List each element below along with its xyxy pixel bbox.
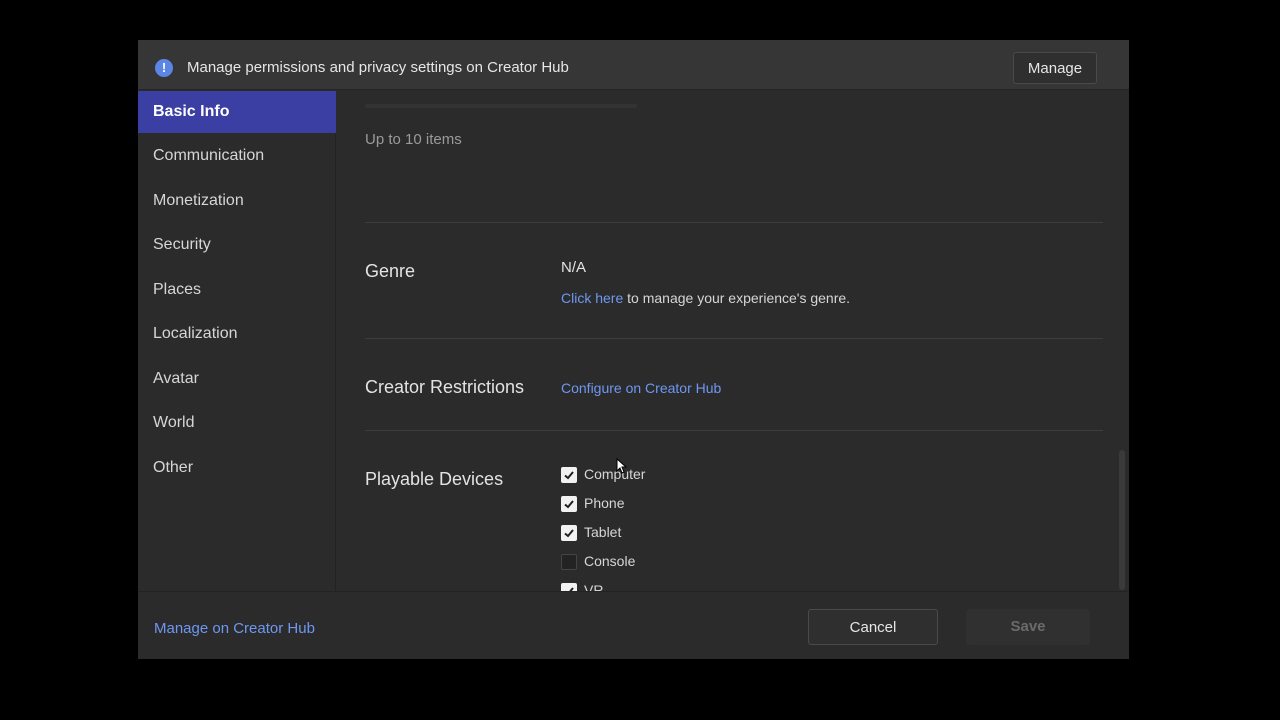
device-label-computer: Computer <box>584 466 646 482</box>
settings-content: Up to 10 items Genre N/A Click here to m… <box>337 91 1129 591</box>
section-divider <box>365 430 1103 431</box>
scrolled-field-remnant <box>365 104 637 108</box>
device-label-tablet: Tablet <box>584 524 622 540</box>
manage-button[interactable]: Manage <box>1013 52 1097 84</box>
sidebar-item-communication[interactable]: Communication <box>138 135 336 177</box>
game-settings-dialog: ! Manage permissions and privacy setting… <box>138 40 1129 659</box>
info-icon: ! <box>155 59 173 77</box>
sidebar-item-monetization[interactable]: Monetization <box>138 180 336 222</box>
items-limit-hint: Up to 10 items <box>365 131 462 148</box>
checkbox-unchecked-icon[interactable] <box>561 554 577 570</box>
sidebar-item-security[interactable]: Security <box>138 224 336 266</box>
genre-help-text: Click here to manage your experience's g… <box>561 290 850 306</box>
cancel-button[interactable]: Cancel <box>808 609 938 645</box>
device-label-vr: VR <box>584 582 604 591</box>
device-label-phone: Phone <box>584 495 625 511</box>
save-button[interactable]: Save <box>966 609 1090 645</box>
manage-on-creator-hub-link[interactable]: Manage on Creator Hub <box>154 620 315 637</box>
playable-devices-label: Playable Devices <box>365 469 504 489</box>
dialog-footer: Manage on Creator Hub Cancel Save <box>138 591 1129 659</box>
checkbox-checked-icon[interactable] <box>561 496 577 512</box>
sidebar-item-avatar[interactable]: Avatar <box>138 358 336 400</box>
checkbox-checked-icon[interactable] <box>561 583 577 591</box>
creator-restrictions-label: Creator Restrictions <box>365 377 525 397</box>
genre-value: N/A <box>561 259 587 276</box>
sidebar-item-other[interactable]: Other <box>138 447 336 489</box>
settings-sidebar: Basic Info Communication Monetization Se… <box>138 91 336 591</box>
info-banner: ! Manage permissions and privacy setting… <box>138 40 1129 90</box>
device-label-console: Console <box>584 553 636 569</box>
genre-help-suffix: to manage your experience's genre. <box>623 290 851 306</box>
sidebar-item-localization[interactable]: Localization <box>138 313 336 355</box>
sidebar-item-basic-info[interactable]: Basic Info <box>138 91 336 133</box>
section-divider <box>365 222 1103 223</box>
sidebar-item-world[interactable]: World <box>138 402 336 444</box>
banner-text: Manage permissions and privacy settings … <box>187 59 569 76</box>
genre-label: Genre <box>365 261 416 281</box>
mouse-cursor-icon <box>616 458 628 474</box>
checkbox-checked-icon[interactable] <box>561 467 577 483</box>
section-divider <box>365 338 1103 339</box>
content-scrollbar[interactable] <box>1119 450 1125 590</box>
configure-creator-hub-link[interactable]: Configure on Creator Hub <box>561 380 721 396</box>
sidebar-item-places[interactable]: Places <box>138 269 336 311</box>
genre-click-here-link[interactable]: Click here <box>561 290 623 306</box>
checkbox-checked-icon[interactable] <box>561 525 577 541</box>
